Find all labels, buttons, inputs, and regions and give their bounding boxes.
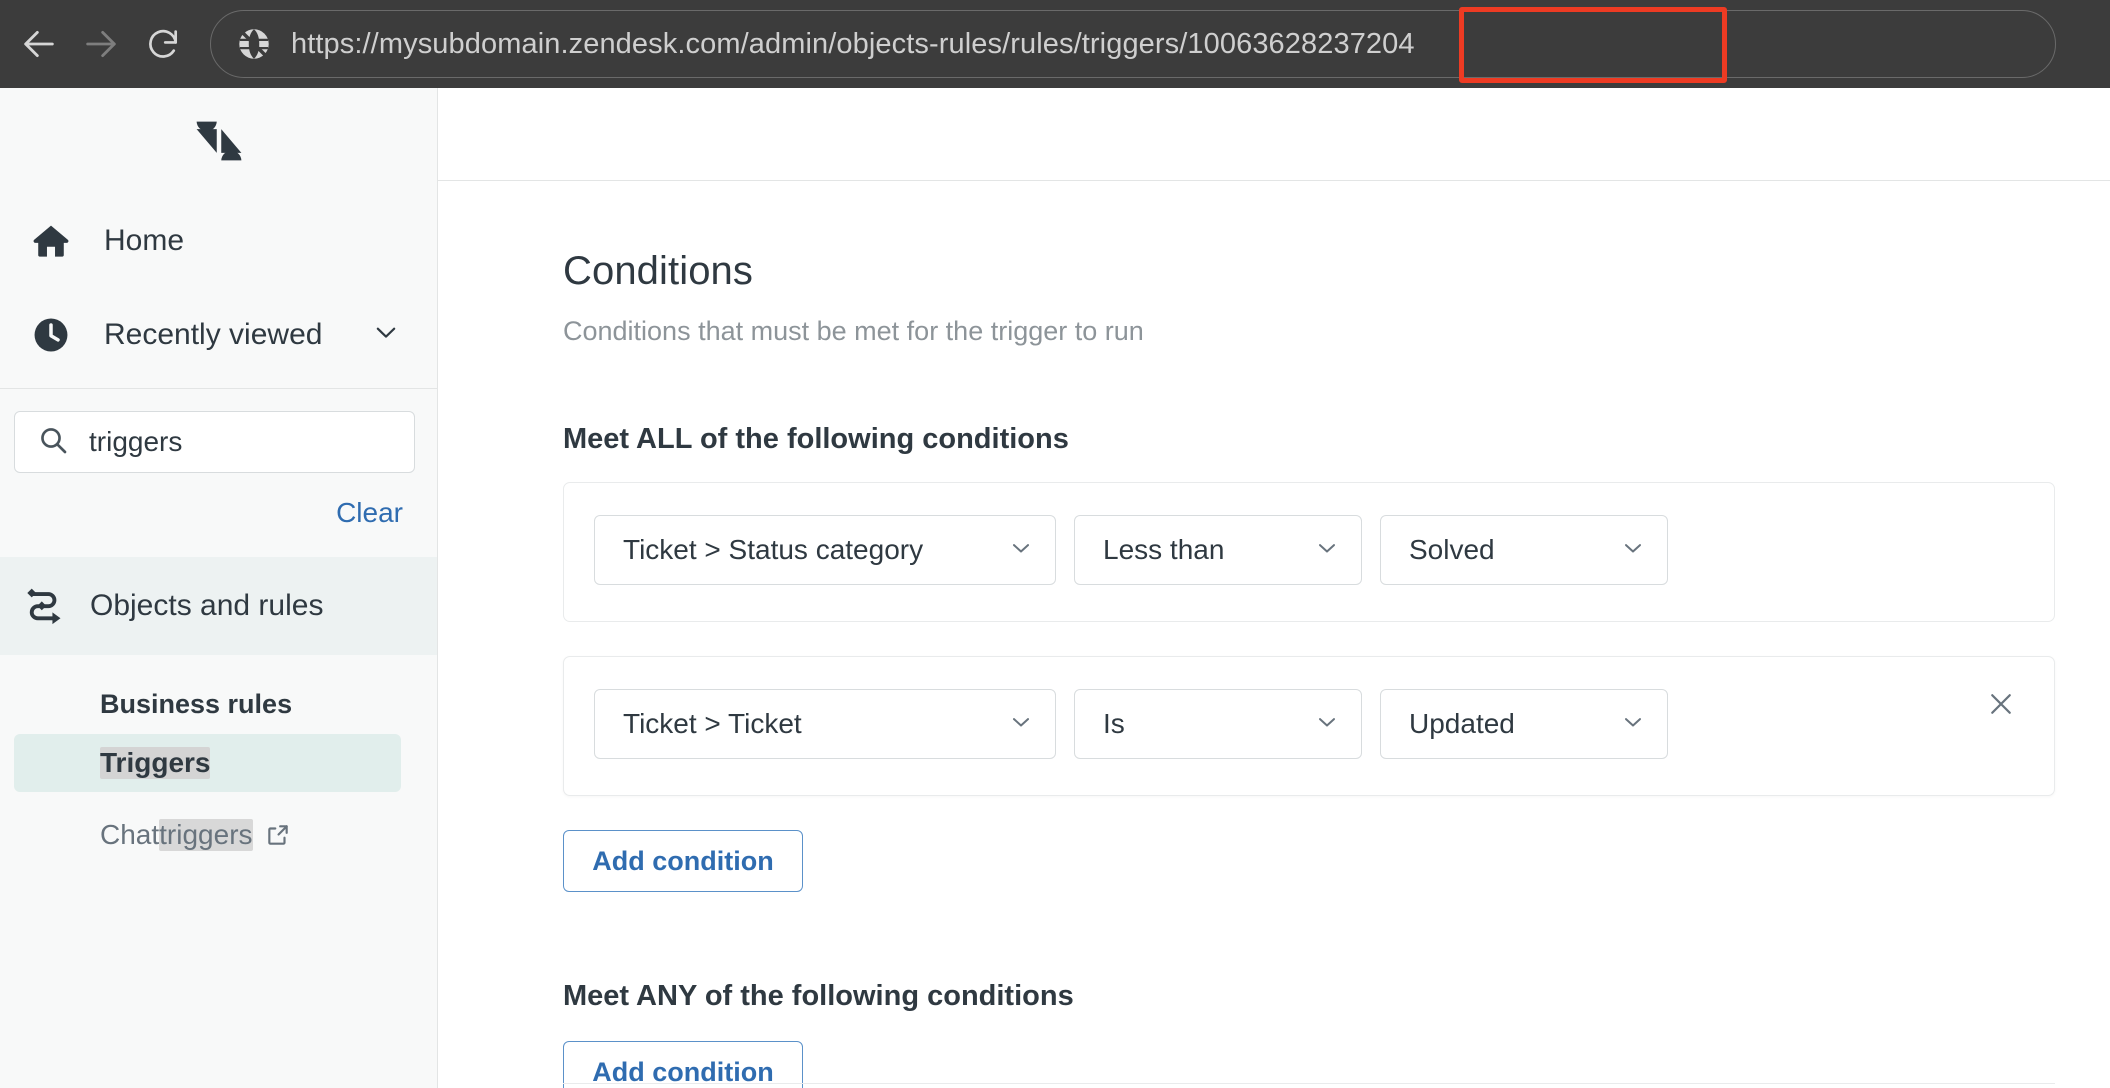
search-box[interactable] (14, 411, 415, 473)
chevron-down-icon (1313, 708, 1341, 741)
sidebar-item-home-label: Home (104, 224, 185, 257)
condition-field-value: Ticket > Status category (623, 534, 924, 565)
search-icon (37, 424, 69, 461)
condition-row: Ticket > Ticket Is Updated (563, 656, 2055, 796)
home-icon (22, 220, 80, 262)
condition-value-value: Solved (1409, 534, 1495, 565)
chevron-down-icon (1007, 534, 1035, 567)
search-input[interactable] (89, 426, 369, 458)
sidebar: Home Recently viewed triggers Clear Obje… (0, 88, 438, 1088)
sidebar-item-chat-triggers-prefix: Chat (100, 819, 160, 850)
condition-operator-value: Is (1103, 708, 1125, 739)
close-icon (1986, 689, 2016, 724)
reload-icon (149, 29, 178, 58)
sidebar-item-recently-viewed-label: Recently viewed (104, 318, 323, 351)
add-condition-button-all[interactable]: Add condition (563, 830, 803, 892)
sidebar-item-home[interactable]: Home (0, 194, 437, 288)
content-bottom-divider (563, 1083, 2055, 1084)
chevron-down-icon[interactable] (371, 318, 401, 353)
arrow-right-icon (86, 30, 116, 58)
browser-reload-button[interactable] (132, 13, 194, 75)
objects-rules-icon (22, 582, 66, 631)
page-container: Home Recently viewed triggers Clear Obje… (0, 88, 2110, 1088)
url-bar[interactable]: https://mysubdomain.zendesk.com/admin/ob… (210, 7, 2056, 83)
sidebar-item-triggers[interactable]: Triggers (14, 734, 401, 792)
chevron-down-icon (1313, 534, 1341, 567)
page-title: Conditions (563, 249, 754, 293)
main-body: Conditions Conditions that must be met f… (438, 181, 2110, 1088)
chevron-down-icon (1007, 708, 1035, 741)
sidebar-search-wrap (0, 389, 437, 473)
globe-icon (239, 29, 269, 59)
condition-operator-select[interactable]: Is (1074, 689, 1362, 759)
sidebar-subnav: Business rules Triggers Chat triggers (0, 655, 437, 864)
meet-any-heading: Meet ANY of the following conditions (563, 980, 1074, 1012)
condition-value-value: Updated (1409, 708, 1515, 739)
meet-all-heading: Meet ALL of the following conditions (563, 423, 1069, 455)
sidebar-item-objects-and-rules[interactable]: Objects and rules (0, 557, 437, 655)
zendesk-logo[interactable] (0, 88, 437, 194)
sidebar-item-objects-and-rules-label: Objects and rules (90, 589, 324, 622)
clear-row: Clear (0, 497, 437, 529)
condition-row: Ticket > Status category Less than Solve… (563, 482, 2055, 622)
main-content: Conditions Conditions that must be met f… (438, 88, 2110, 1088)
clear-search-link[interactable]: Clear (336, 497, 403, 529)
sidebar-item-chat-triggers[interactable]: Chat triggers (14, 806, 401, 864)
remove-condition-button[interactable] (1978, 683, 2024, 729)
external-link-icon (265, 822, 291, 848)
condition-field-select[interactable]: Ticket > Ticket (594, 689, 1056, 759)
add-condition-button-any[interactable]: Add condition (563, 1041, 803, 1088)
chevron-down-icon (1619, 534, 1647, 567)
page-subtitle: Conditions that must be met for the trig… (563, 316, 1144, 346)
sidebar-item-chat-triggers-highlight: triggers (159, 819, 253, 851)
condition-field-value: Ticket > Ticket (623, 708, 802, 739)
condition-field-select[interactable]: Ticket > Status category (594, 515, 1056, 585)
condition-operator-select[interactable]: Less than (1074, 515, 1362, 585)
chevron-down-icon (1619, 708, 1647, 741)
sidebar-item-triggers-label: Triggers (100, 747, 211, 779)
browser-forward-button[interactable] (70, 13, 132, 75)
condition-operator-value: Less than (1103, 534, 1225, 565)
condition-value-select[interactable]: Updated (1380, 689, 1668, 759)
zendesk-logo-icon (196, 121, 241, 161)
browser-back-button[interactable] (8, 13, 70, 75)
url-highlight-annotation (1459, 7, 1727, 83)
subnav-heading: Business rules (100, 689, 293, 719)
clock-icon (22, 314, 80, 356)
url-text: https://mysubdomain.zendesk.com/admin/ob… (291, 27, 1415, 60)
condition-value-select[interactable]: Solved (1380, 515, 1668, 585)
sidebar-item-recently-viewed[interactable]: Recently viewed (0, 288, 437, 382)
arrow-left-icon (24, 30, 54, 58)
main-header-bar (438, 88, 2110, 181)
browser-chrome: https://mysubdomain.zendesk.com/admin/ob… (0, 0, 2110, 88)
